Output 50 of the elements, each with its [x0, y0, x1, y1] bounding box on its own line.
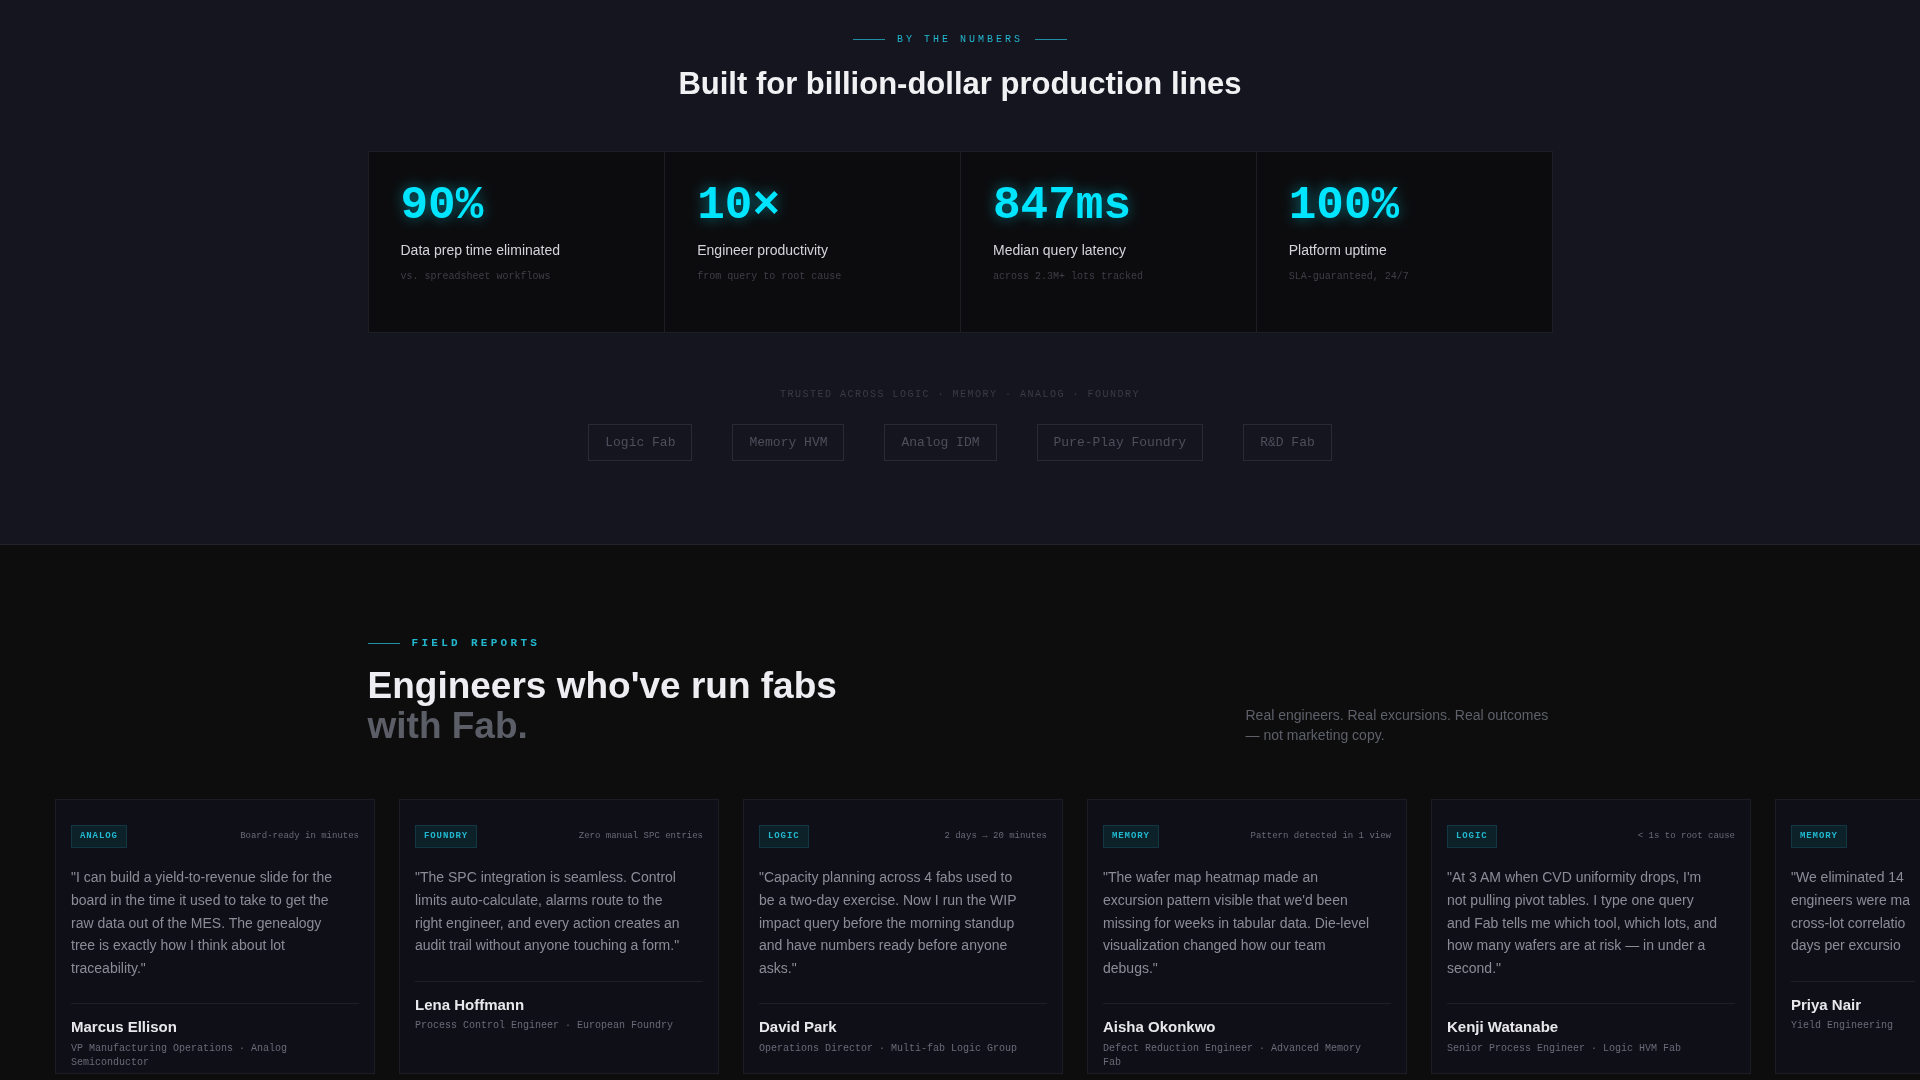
section-eyebrow: BY THE NUMBERS — [897, 33, 1023, 47]
category-tag: MEMORY — [1103, 824, 1159, 849]
category-tag: FOUNDRY — [415, 824, 478, 849]
stat-label: Median query latency — [993, 240, 1128, 260]
outcome-note: < 1s to root cause — [1637, 829, 1735, 843]
quote-text: "At 3 AM when CVD uniformity drops, I'm not pulling pivot tables. I type one query and Fab tells me which tool, which lots, and how many wafers are at risk — in under a second." — [1447, 868, 1719, 978]
author-role: Yield Engineering — [1791, 1019, 1895, 1034]
section-heading-muted: with Fab. — [367, 706, 528, 747]
category-tag: ANALOG — [71, 824, 127, 849]
author-name: Aisha Okonkwo — [1103, 1017, 1217, 1038]
outcome-note: Board-ready in minutes — [240, 829, 359, 843]
author-name: Kenji Watanabe — [1447, 1017, 1560, 1038]
section-heading: Engineers who've run fabs — [367, 665, 837, 707]
stat-label: Platform uptime — [1288, 240, 1388, 260]
stat-value: 90% — [400, 179, 485, 232]
outcome-note: 2 days → 20 minutes — [944, 829, 1047, 843]
outcome-note: Pattern detected in 1 view — [1250, 829, 1391, 843]
segment-tag: Logic Fab — [588, 423, 693, 461]
stat-value: 10× — [697, 179, 782, 232]
segment-tag: Memory HVM — [732, 423, 845, 461]
segment-tag: R&D Fab — [1243, 423, 1332, 461]
author-name: Marcus Ellison — [71, 1017, 178, 1038]
section-heading: Built for billion-dollar production lines — [678, 65, 1242, 103]
quote-text: "We eliminated 14 engineers were ma cross-lot correlatio days per excursio — [1791, 868, 1912, 956]
author-name: David Park — [759, 1017, 838, 1038]
author-role: Process Control Engineer · European Foundry — [415, 1019, 675, 1034]
author-role: Defect Reduction Engineer · Advanced Memory Fab — [1103, 1041, 1363, 1070]
author-role: Senior Process Engineer · Logic HVM Fab — [1447, 1041, 1683, 1056]
intro-text: Real engineers. Real excursions. Real outcomes — not marketing copy. — [1245, 705, 1550, 745]
quote-text: "I can build a yield-to-revenue slide for the board in the time it used to take to get the raw data out of the MES. The genealogy tree is exactly how I think about lot traceability." — [71, 868, 333, 978]
author-name: Lena Hoffmann — [415, 994, 526, 1015]
category-tag: LOGIC — [759, 824, 809, 849]
author-role: VP Manufacturing Operations · Analog Semiconductor — [71, 1041, 289, 1070]
author-name: Priya Nair — [1791, 994, 1863, 1015]
quote-text: "The wafer map heatmap made an excursion pattern visible that we'd been missing for weeks in tabular data. Die-level visualization changed how our team debugs." — [1103, 868, 1371, 978]
stat-note: SLA-guaranteed, 24/7 — [1288, 269, 1410, 284]
category-tag: LOGIC — [1447, 824, 1497, 849]
category-tag: MEMORY — [1791, 824, 1847, 849]
stat-label: Engineer productivity — [697, 240, 829, 260]
stat-label: Data prep time eliminated — [400, 240, 562, 260]
segment-tag: Pure-Play Foundry — [1036, 423, 1204, 461]
stat-value: 100% — [1288, 179, 1401, 232]
stat-note: vs. spreadsheet workflows — [400, 269, 552, 284]
quote-text: "The SPC integration is seamless. Control limits auto-calculate, alarms route to the right engineer, and every action creates an audit trail without anyone touching a form." — [415, 868, 681, 956]
segment-tag: Analog IDM — [884, 423, 997, 461]
outcome-note: Zero manual SPC entries — [578, 829, 703, 843]
quote-text: "Capacity planning across 4 fabs used to be a two-day exercise. Now I run the WIP impact query before the morning standup and have numbers ready before anyone asks." — [759, 868, 1018, 978]
author-role: Operations Director · Multi-fab Logic Group — [759, 1041, 1019, 1056]
section-eyebrow: FIELD REPORTS — [411, 636, 541, 651]
stat-value: 847ms — [993, 179, 1133, 232]
